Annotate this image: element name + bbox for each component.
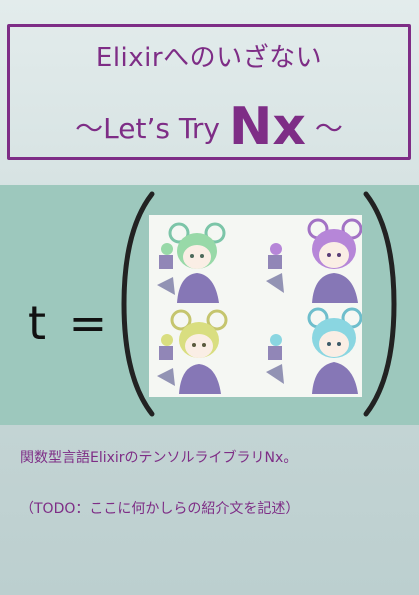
matrix-cell-green-character-image <box>157 222 226 303</box>
equation-lhs: t = <box>28 296 112 350</box>
title-main: Elixirへのいざない <box>95 43 323 73</box>
matrix-cell-purple-character-image <box>266 218 362 303</box>
subtitle-nx: Nx <box>228 97 306 157</box>
description-line-1: 関数型言語ElixirのテンソルライブラリNx。 <box>20 450 298 466</box>
title-subtitle: 〜Let’s Try Nx 〜 <box>10 101 408 153</box>
right-bracket-icon <box>363 191 397 417</box>
subtitle-prefix: 〜Let’s Try <box>75 112 229 145</box>
tensor-matrix <box>149 215 362 397</box>
matrix-cell-yellow-character-image <box>157 309 228 394</box>
matrix-cell-cyan-character-image <box>266 307 362 394</box>
description-line-2: （TODO：ここに何かしらの紹介文を記述） <box>20 501 300 517</box>
subtitle-suffix: 〜 <box>305 112 343 145</box>
title-box: Elixirへのいざない 〜Let’s Try Nx 〜 <box>7 24 411 160</box>
